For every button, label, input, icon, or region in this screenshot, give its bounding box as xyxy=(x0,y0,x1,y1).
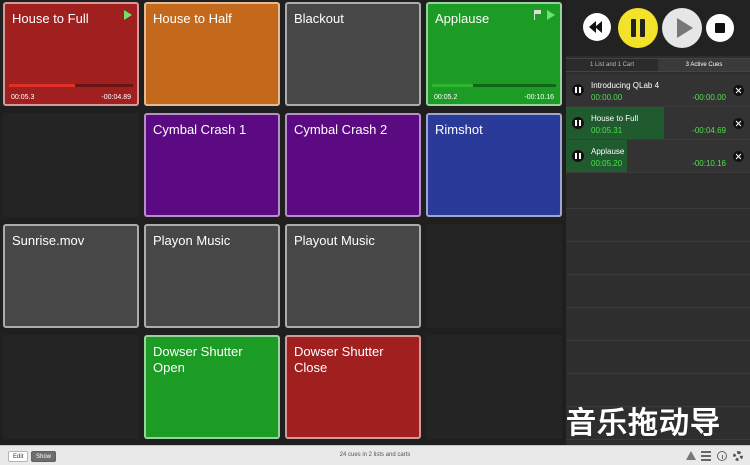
warning-icon[interactable] xyxy=(686,451,696,460)
cart-cue-tile[interactable]: Blackout xyxy=(285,2,421,106)
cue-name: Sunrise.mov xyxy=(12,233,85,248)
close-icon[interactable] xyxy=(733,151,744,162)
cart-cue-tile[interactable]: Sunrise.mov xyxy=(3,224,139,328)
cue-pause-icon[interactable] xyxy=(572,150,584,162)
cue-name: House to Full xyxy=(12,11,89,26)
cue-elapsed-time: 00:05.2 xyxy=(434,94,458,101)
active-cue-remaining: -00:00.00 xyxy=(692,93,726,102)
empty-cart-slot[interactable] xyxy=(426,335,562,439)
cue-name: Dowser Shutter Open xyxy=(153,344,243,375)
cart-cue-tile[interactable]: House to Half xyxy=(144,2,280,106)
cart-cue-tile[interactable]: Cymbal Crash 1 xyxy=(144,113,280,217)
active-cue-name: House to Full xyxy=(591,114,639,123)
cue-remaining-time: -00:04.89 xyxy=(101,94,131,101)
cue-status-icons xyxy=(534,10,555,20)
pause-all-button[interactable] xyxy=(618,8,658,48)
active-cue-elapsed: 00:00.00 xyxy=(591,93,623,102)
cart-cue-tile[interactable]: Playon Music xyxy=(144,224,280,328)
cue-name: Playon Music xyxy=(153,233,231,248)
cue-progress-fill xyxy=(9,84,75,87)
status-text: 24 cues in 2 lists and carts xyxy=(339,452,411,458)
active-cue-row[interactable]: House to Full 00:05.31 -00:04.69 xyxy=(566,107,750,140)
stop-all-button[interactable] xyxy=(706,14,734,42)
empty-cart-slot[interactable] xyxy=(3,335,139,439)
cue-name: Applause xyxy=(435,11,490,26)
rewind-button[interactable] xyxy=(583,13,611,41)
active-cue-remaining: -00:10.16 xyxy=(692,159,726,168)
play-icon xyxy=(124,10,132,20)
cue-progress-bar xyxy=(432,84,556,87)
cart-cue-tile[interactable]: Dowser Shutter Close xyxy=(285,335,421,439)
cart-cue-tile[interactable]: Applause 00:05.2 -00:10.16 xyxy=(426,2,562,106)
active-cue-elapsed: 00:05.31 xyxy=(591,126,623,135)
cart-grid: House to Full 00:05.3 -00:04.89 House to Ha… xyxy=(0,0,566,445)
cue-status-icons xyxy=(124,10,132,20)
tab-active-cues[interactable]: 3 Active Cues xyxy=(658,59,750,71)
cue-progress-fill xyxy=(432,84,473,87)
cue-name: Rimshot xyxy=(435,122,483,137)
cue-name: Cymbal Crash 2 xyxy=(294,122,388,137)
cart-cue-tile[interactable]: House to Full 00:05.3 -00:04.89 xyxy=(3,2,139,106)
active-cue-elapsed: 00:05.20 xyxy=(591,159,623,168)
side-tabs: 1 List and 1 Cart 3 Active Cues xyxy=(566,58,750,72)
cue-progress-bar xyxy=(9,84,133,87)
cue-pause-icon[interactable] xyxy=(572,84,584,96)
transport-controls xyxy=(566,0,750,56)
active-cues-panel: 1 List and 1 Cart 3 Active Cues Introduc… xyxy=(566,0,750,465)
active-cue-name: Introducing QLab 4 xyxy=(591,81,660,90)
cart-cue-tile[interactable]: Dowser Shutter Open xyxy=(144,335,280,439)
cart-cue-tile[interactable]: Playout Music xyxy=(285,224,421,328)
cue-name: Dowser Shutter Close xyxy=(294,344,384,375)
go-button[interactable] xyxy=(662,8,702,48)
active-cue-row[interactable]: Applause 00:05.20 -00:10.16 xyxy=(566,140,750,173)
cue-remaining-time: -00:10.16 xyxy=(524,94,554,101)
active-cue-remaining: -00:04.69 xyxy=(692,126,726,135)
empty-cart-slot[interactable] xyxy=(3,113,139,217)
active-cue-name: Applause xyxy=(591,147,625,156)
close-icon[interactable] xyxy=(733,118,744,129)
cart-cue-tile[interactable]: Cymbal Crash 2 xyxy=(285,113,421,217)
close-icon[interactable] xyxy=(733,85,744,96)
tab-lists-carts[interactable]: 1 List and 1 Cart xyxy=(566,59,658,71)
cue-name: House to Half xyxy=(153,11,232,26)
info-icon[interactable] xyxy=(717,451,727,461)
footer-bar: Edit Show 24 cues in 2 lists and carts xyxy=(0,445,750,465)
cue-name: Playout Music xyxy=(294,233,375,248)
gear-icon[interactable] xyxy=(733,451,743,461)
cart-cue-tile[interactable]: Rimshot xyxy=(426,113,562,217)
empty-cart-slot[interactable] xyxy=(426,224,562,328)
active-cues-list: Introducing QLab 4 00:00.00 -00:00.00 House… xyxy=(566,74,750,173)
cue-pause-icon[interactable] xyxy=(572,117,584,129)
play-icon xyxy=(547,10,555,20)
list-icon[interactable] xyxy=(701,451,711,461)
cue-name: Blackout xyxy=(294,11,344,26)
cue-name: Cymbal Crash 1 xyxy=(153,122,247,137)
cue-elapsed-time: 00:05.3 xyxy=(11,94,35,101)
active-cue-row[interactable]: Introducing QLab 4 00:00.00 -00:00.00 xyxy=(566,74,750,107)
flag-icon xyxy=(534,10,542,20)
